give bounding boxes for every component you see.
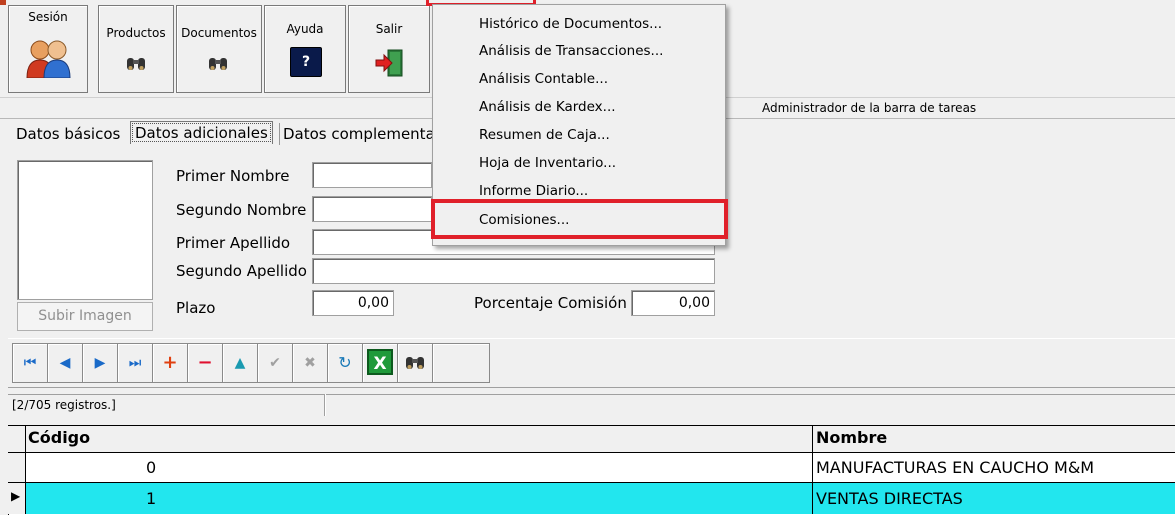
app-icon-fragment xyxy=(0,0,6,5)
binoculars-icon xyxy=(127,58,145,70)
codigo-cell: 0 xyxy=(146,458,157,477)
exit-icon xyxy=(375,49,403,77)
status-divider xyxy=(324,394,325,416)
help-icon: ? xyxy=(290,47,322,77)
codigo-header[interactable]: Código xyxy=(28,428,90,447)
menu-item-resumen-caja[interactable]: Resumen de Caja... xyxy=(479,127,610,143)
primer-nombre-label: Primer Nombre xyxy=(176,167,290,185)
search-button[interactable] xyxy=(397,343,433,383)
sesion-button[interactable]: Sesión xyxy=(8,5,88,93)
post-record-button[interactable]: ✔ xyxy=(257,343,293,383)
refresh-button[interactable]: ↻ xyxy=(327,343,363,383)
plazo-field[interactable]: 0,00 xyxy=(312,290,394,316)
row-indicator: ▶ xyxy=(8,483,26,514)
excel-icon: X xyxy=(367,349,393,375)
current-row-arrow-icon: ▶ xyxy=(11,489,21,503)
porcentaje-comision-field[interactable]: 0,00 xyxy=(631,290,715,316)
tab-datos-basicos[interactable]: Datos básicos xyxy=(16,122,120,146)
menu-item-hoja-inventario[interactable]: Hoja de Inventario... xyxy=(479,155,616,171)
primer-nombre-field[interactable] xyxy=(312,162,432,188)
codigo-cell: 1 xyxy=(146,489,157,508)
segundo-apellido-field[interactable] xyxy=(312,258,715,284)
binoculars-icon xyxy=(209,58,227,70)
first-record-button[interactable]: ⏮ xyxy=(12,343,48,383)
productos-button[interactable]: Productos xyxy=(98,5,174,93)
primer-apellido-label: Primer Apellido xyxy=(176,234,291,252)
nombre-cell: VENTAS DIRECTAS xyxy=(816,489,963,508)
nombre-header[interactable]: Nombre xyxy=(816,428,887,447)
salir-label: Salir xyxy=(375,22,403,36)
last-record-button[interactable]: ⏭ xyxy=(117,343,153,383)
tab-divider xyxy=(279,123,280,145)
table-row[interactable]: 0 MANUFACTURAS EN CAUCHO M&M xyxy=(8,453,1175,483)
segundo-nombre-label: Segundo Nombre xyxy=(176,201,307,219)
prior-record-button[interactable]: ◀ xyxy=(47,343,83,383)
empty-nav-button[interactable] xyxy=(432,343,490,383)
nombre-cell: MANUFACTURAS EN CAUCHO M&M xyxy=(816,458,1095,477)
plazo-label: Plazo xyxy=(176,299,216,317)
salir-button[interactable]: Salir xyxy=(348,5,430,93)
productos-label: Productos xyxy=(106,26,166,40)
segundo-apellido-label: Segundo Apellido xyxy=(176,262,307,280)
next-record-button[interactable]: ▶ xyxy=(82,343,118,383)
cancel-record-button[interactable]: ✖ xyxy=(292,343,328,383)
tab-datos-adicionales[interactable]: Datos adicionales xyxy=(130,121,273,144)
menu-item-transacciones[interactable]: Análisis de Transacciones... xyxy=(479,43,663,59)
column-divider xyxy=(812,453,813,482)
record-count: [2/705 registros.] xyxy=(12,398,116,412)
comisiones-highlight-box xyxy=(431,199,728,239)
taskbar-admin-label: Administrador de la barra de tareas xyxy=(762,101,977,115)
column-divider xyxy=(812,483,813,514)
subir-imagen-button[interactable]: Subir Imagen xyxy=(17,302,153,331)
menu-item-informe-diario[interactable]: Informe Diario... xyxy=(479,183,588,199)
image-preview xyxy=(17,160,153,300)
documentos-button[interactable]: Documentos xyxy=(176,5,262,93)
documentos-label: Documentos xyxy=(181,26,257,40)
menu-item-historico[interactable]: Histórico de Documentos... xyxy=(479,16,662,32)
porcentaje-comision-label: Porcentaje Comisión xyxy=(474,294,627,312)
menu-item-contable[interactable]: Análisis Contable... xyxy=(479,71,608,87)
status-bar xyxy=(8,394,1175,417)
binoculars-icon xyxy=(406,357,424,369)
excel-export-button[interactable]: X xyxy=(362,343,398,383)
indicator-header xyxy=(8,426,26,452)
column-divider xyxy=(812,426,813,452)
ayuda-label: Ayuda xyxy=(286,22,324,36)
ayuda-button[interactable]: Ayuda ? xyxy=(264,5,346,93)
grid-header: Código Nombre xyxy=(8,426,1175,453)
segundo-nombre-field[interactable] xyxy=(312,196,432,222)
delete-record-button[interactable]: − xyxy=(187,343,223,383)
insert-record-button[interactable]: + xyxy=(152,343,188,383)
row-indicator xyxy=(8,453,26,482)
sesion-label: Sesión xyxy=(28,10,68,24)
table-row[interactable]: ▶ 1 VENTAS DIRECTAS xyxy=(8,483,1175,514)
menu-item-kardex[interactable]: Análisis de Kardex... xyxy=(479,99,616,115)
edit-record-button[interactable]: ▲ xyxy=(222,343,258,383)
users-icon xyxy=(26,40,71,78)
tab-datos-complementarios[interactable]: Datos complementa xyxy=(283,122,435,146)
